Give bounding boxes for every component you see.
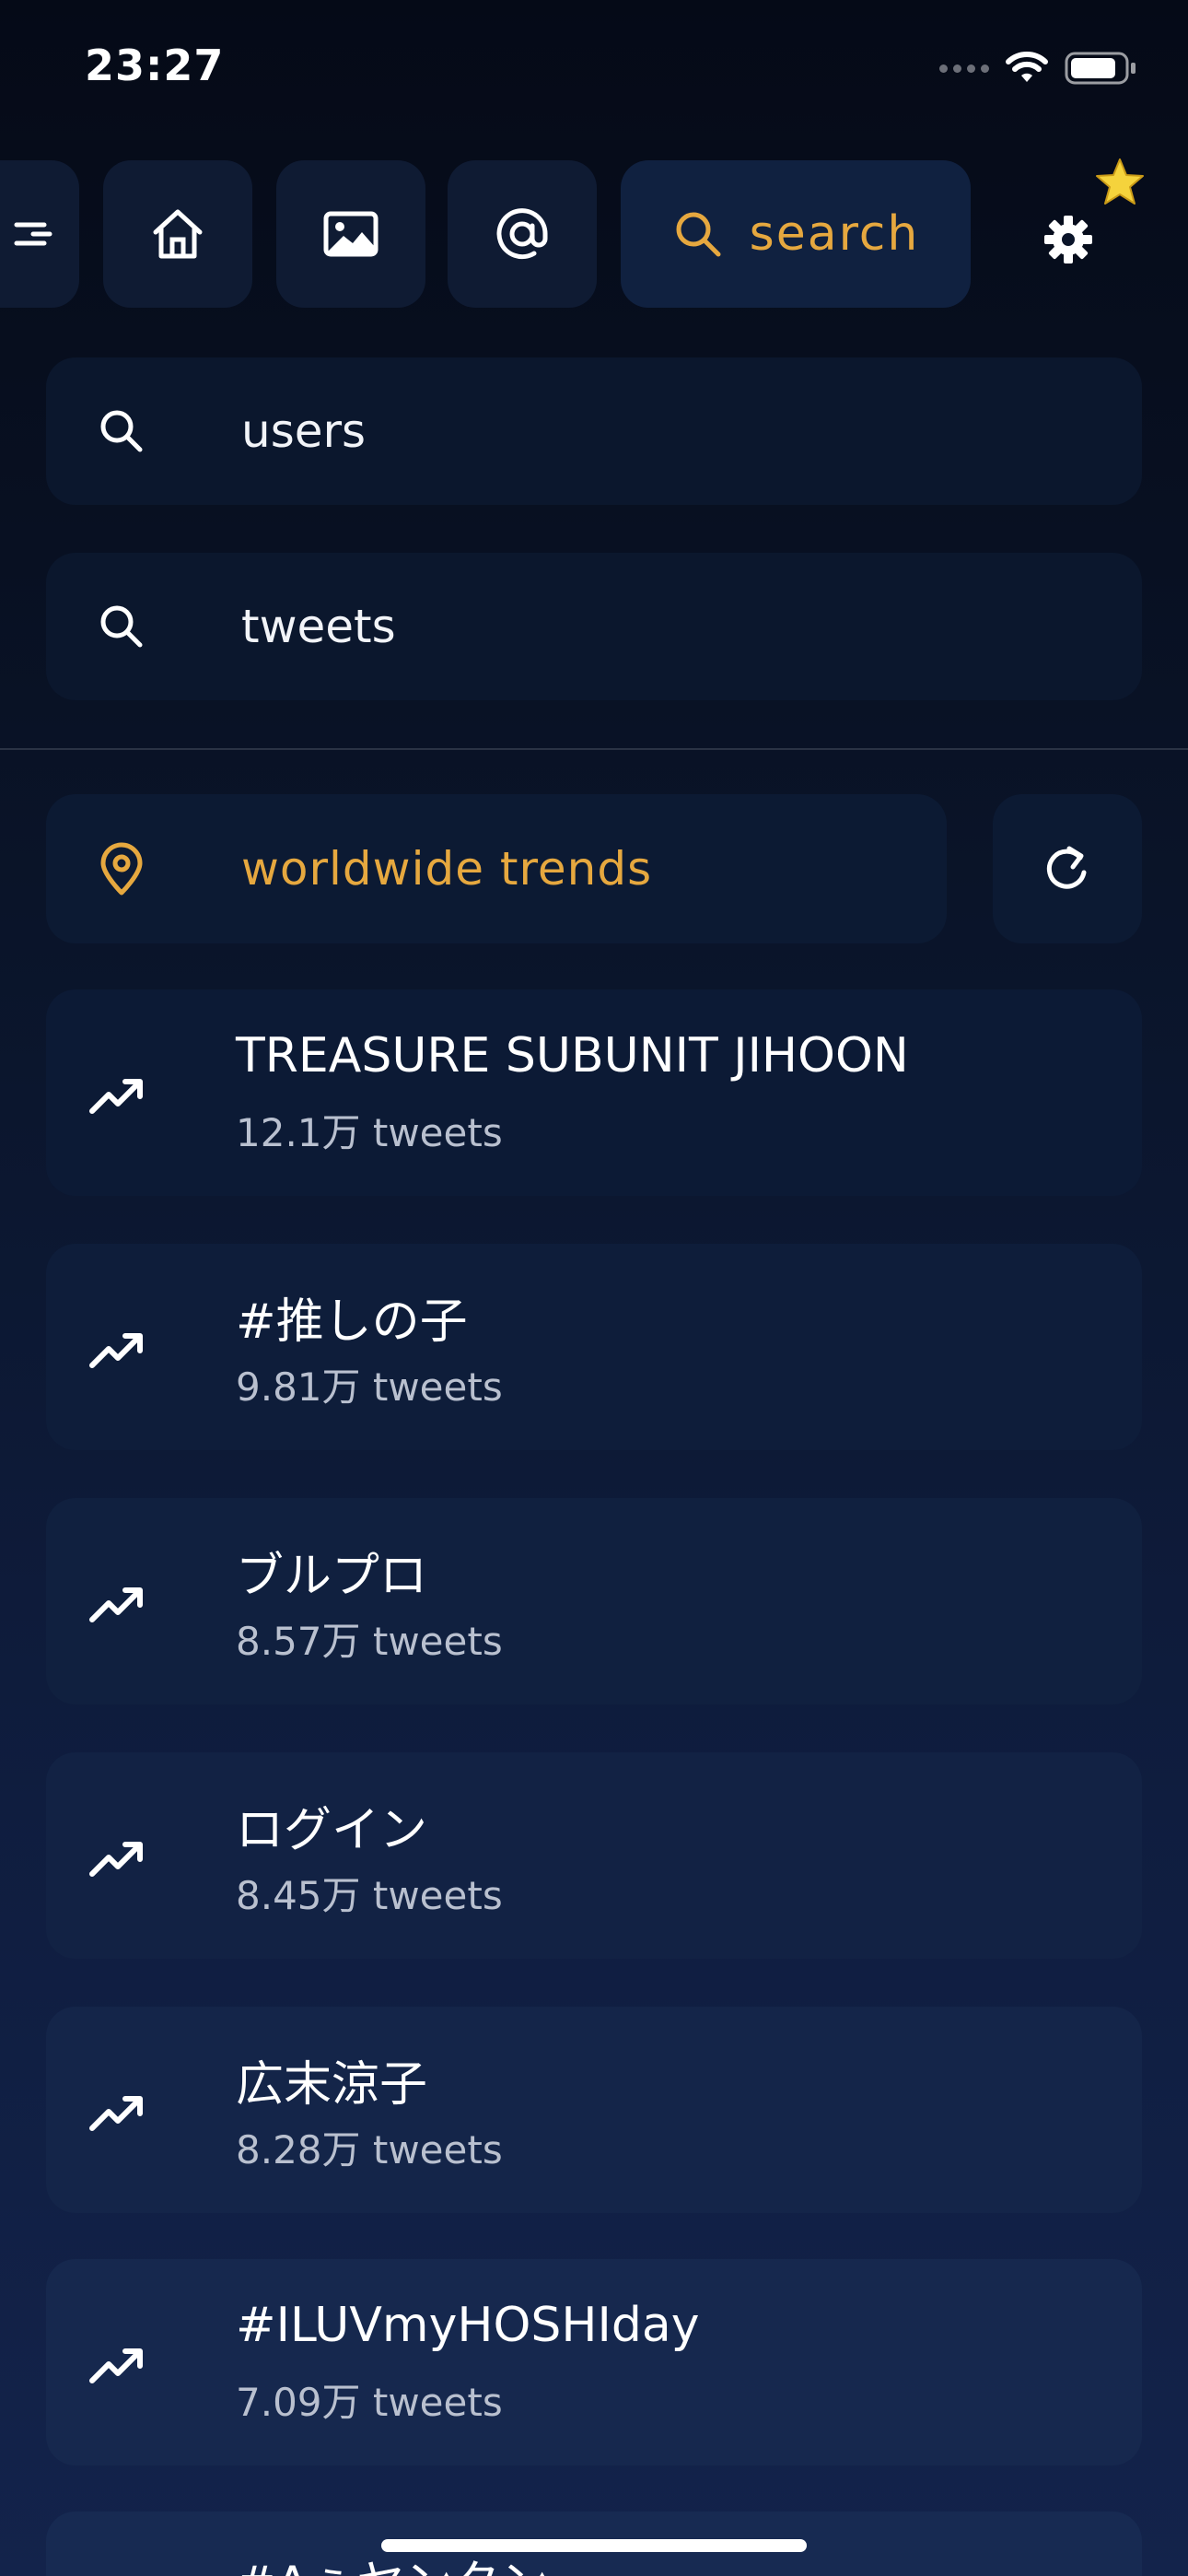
trending-up-icon xyxy=(89,1333,143,1368)
search-users-option[interactable]: users xyxy=(46,357,1142,505)
trend-item[interactable]: #ILUVmyHOSHIday 7.09万 tweets xyxy=(46,2259,1142,2465)
gear-icon xyxy=(1044,216,1092,263)
menu-icon xyxy=(14,222,52,246)
search-tweets-label: tweets xyxy=(241,600,396,653)
wifi-icon xyxy=(1006,52,1048,82)
trend-title: ログイン xyxy=(236,1803,428,1858)
at-icon xyxy=(496,208,548,260)
trends-location-selector[interactable]: worldwide trends xyxy=(46,794,947,943)
top-toolbar: search xyxy=(0,160,1188,311)
status-icons xyxy=(939,50,1138,87)
trend-count: 8.28万 tweets xyxy=(236,2127,503,2172)
divider xyxy=(0,748,1188,750)
status-bar: 23:27 xyxy=(0,0,1188,138)
trending-up-icon xyxy=(89,2096,143,2131)
trends-location-label: worldwide trends xyxy=(241,842,653,896)
search-icon xyxy=(100,605,143,648)
trend-title: #ILUVmyHOSHIday xyxy=(236,2298,700,2353)
trend-count: 8.45万 tweets xyxy=(236,1873,503,1918)
trend-item[interactable]: ログイン 8.45万 tweets xyxy=(46,1752,1142,1959)
media-button[interactable] xyxy=(276,160,425,308)
search-tweets-option[interactable]: tweets xyxy=(46,553,1142,700)
trend-title: 広末涼子 xyxy=(236,2057,428,2113)
trend-title: TREASURE SUBUNIT JIHOON xyxy=(236,1028,909,1083)
trend-count: 9.81万 tweets xyxy=(236,1364,503,1410)
search-icon xyxy=(100,410,143,452)
trend-item[interactable]: ブルプロ 8.57万 tweets xyxy=(46,1498,1142,1704)
trend-count: 8.57万 tweets xyxy=(236,1619,503,1664)
star-icon xyxy=(1096,158,1144,205)
settings-button[interactable] xyxy=(1031,203,1105,276)
home-button[interactable] xyxy=(103,160,252,308)
trend-item[interactable]: 広末涼子 8.28万 tweets xyxy=(46,2007,1142,2213)
trend-item[interactable]: #推しの子 9.81万 tweets xyxy=(46,1244,1142,1450)
trend-count: 7.09万 tweets xyxy=(236,2380,503,2425)
search-tab-label: search xyxy=(749,206,920,262)
trending-up-icon xyxy=(89,1842,143,1877)
refresh-trends-button[interactable] xyxy=(993,794,1142,943)
image-icon xyxy=(323,211,379,257)
trending-up-icon xyxy=(89,2348,143,2383)
menu-button[interactable] xyxy=(0,160,79,308)
location-pin-icon xyxy=(100,842,143,896)
search-users-label: users xyxy=(241,404,367,458)
trend-title: ブルプロ xyxy=(236,1549,428,1604)
trend-title: #推しの子 xyxy=(236,1294,468,1350)
cellular-signal-icon xyxy=(939,64,989,73)
trend-count: 12.1万 tweets xyxy=(236,1110,503,1155)
trending-up-icon xyxy=(89,1079,143,1114)
trending-up-icon xyxy=(89,1587,143,1622)
home-indicator[interactable] xyxy=(381,2539,807,2552)
search-icon xyxy=(676,212,721,257)
refresh-icon xyxy=(1046,846,1087,889)
battery-icon xyxy=(1065,52,1136,85)
home-icon xyxy=(153,209,203,259)
status-time: 23:27 xyxy=(85,41,225,90)
search-tab-button[interactable]: search xyxy=(621,160,971,308)
mentions-button[interactable] xyxy=(448,160,597,308)
trend-item[interactable]: TREASURE SUBUNIT JIHOON 12.1万 tweets xyxy=(46,989,1142,1196)
